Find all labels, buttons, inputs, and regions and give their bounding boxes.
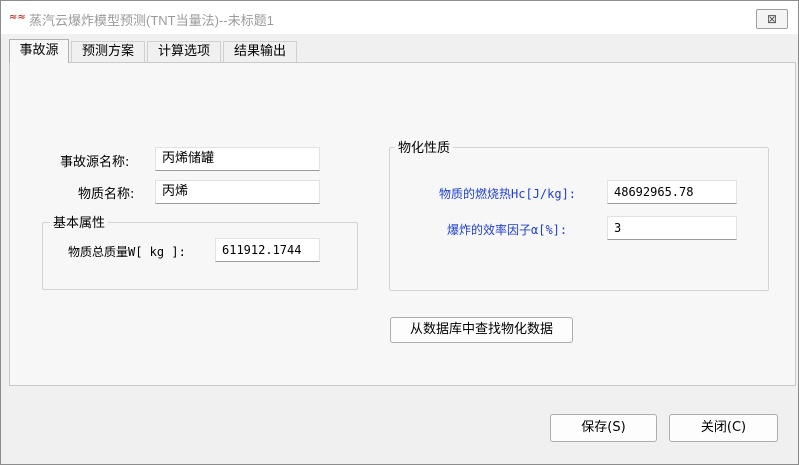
combustion-heat-field[interactable]: 48692965.78 bbox=[607, 180, 737, 204]
source-name-field[interactable]: 丙烯储罐 bbox=[155, 147, 320, 171]
tab-accident-source[interactable]: 事故源 bbox=[9, 39, 69, 63]
tab-calc-options[interactable]: 计算选项 bbox=[147, 41, 221, 62]
basic-attributes-title: 基本属性 bbox=[50, 212, 109, 231]
total-mass-label: 物质总质量W[ kg ]: bbox=[68, 245, 186, 259]
combustion-heat-label: 物质的燃烧热Hc[J/kg]: bbox=[439, 187, 577, 201]
physchem-title: 物化性质 bbox=[395, 137, 454, 156]
efficiency-factor-label: 爆炸的效率因子α[%]: bbox=[447, 223, 568, 237]
tab-panel-accident-source: 事故源名称: 丙烯储罐 物质名称: 丙烯 基本属性 物质总质量W[ kg ]: … bbox=[9, 62, 796, 386]
close-window-button[interactable]: ⊠ bbox=[756, 9, 788, 29]
app-logo-icon: ≈≈ bbox=[9, 12, 26, 23]
save-button[interactable]: 保存(S) bbox=[550, 414, 657, 442]
material-name-field[interactable]: 丙烯 bbox=[155, 180, 320, 204]
lookup-database-button[interactable]: 从数据库中查找物化数据 bbox=[390, 317, 573, 343]
tab-forecast-plan[interactable]: 预测方案 bbox=[71, 41, 145, 62]
material-name-label: 物质名称: bbox=[78, 187, 135, 202]
dialog-window: ≈≈ 蒸汽云爆炸模型预测(TNT当量法)--未标题1 ⊠ 事故源 预测方案 计算… bbox=[0, 0, 799, 465]
efficiency-factor-field[interactable]: 3 bbox=[607, 216, 737, 240]
tab-strip: 事故源 预测方案 计算选项 结果输出 bbox=[9, 39, 794, 63]
window-title: 蒸汽云爆炸模型预测(TNT当量法)--未标题1 bbox=[29, 13, 274, 28]
source-name-label: 事故源名称: bbox=[60, 155, 130, 170]
total-mass-field[interactable]: 611912.1744 bbox=[215, 238, 320, 262]
tab-result-output[interactable]: 结果输出 bbox=[223, 41, 297, 62]
close-button[interactable]: 关闭(C) bbox=[669, 414, 778, 442]
title-bar: ≈≈ 蒸汽云爆炸模型预测(TNT当量法)--未标题1 ⊠ bbox=[1, 1, 798, 34]
